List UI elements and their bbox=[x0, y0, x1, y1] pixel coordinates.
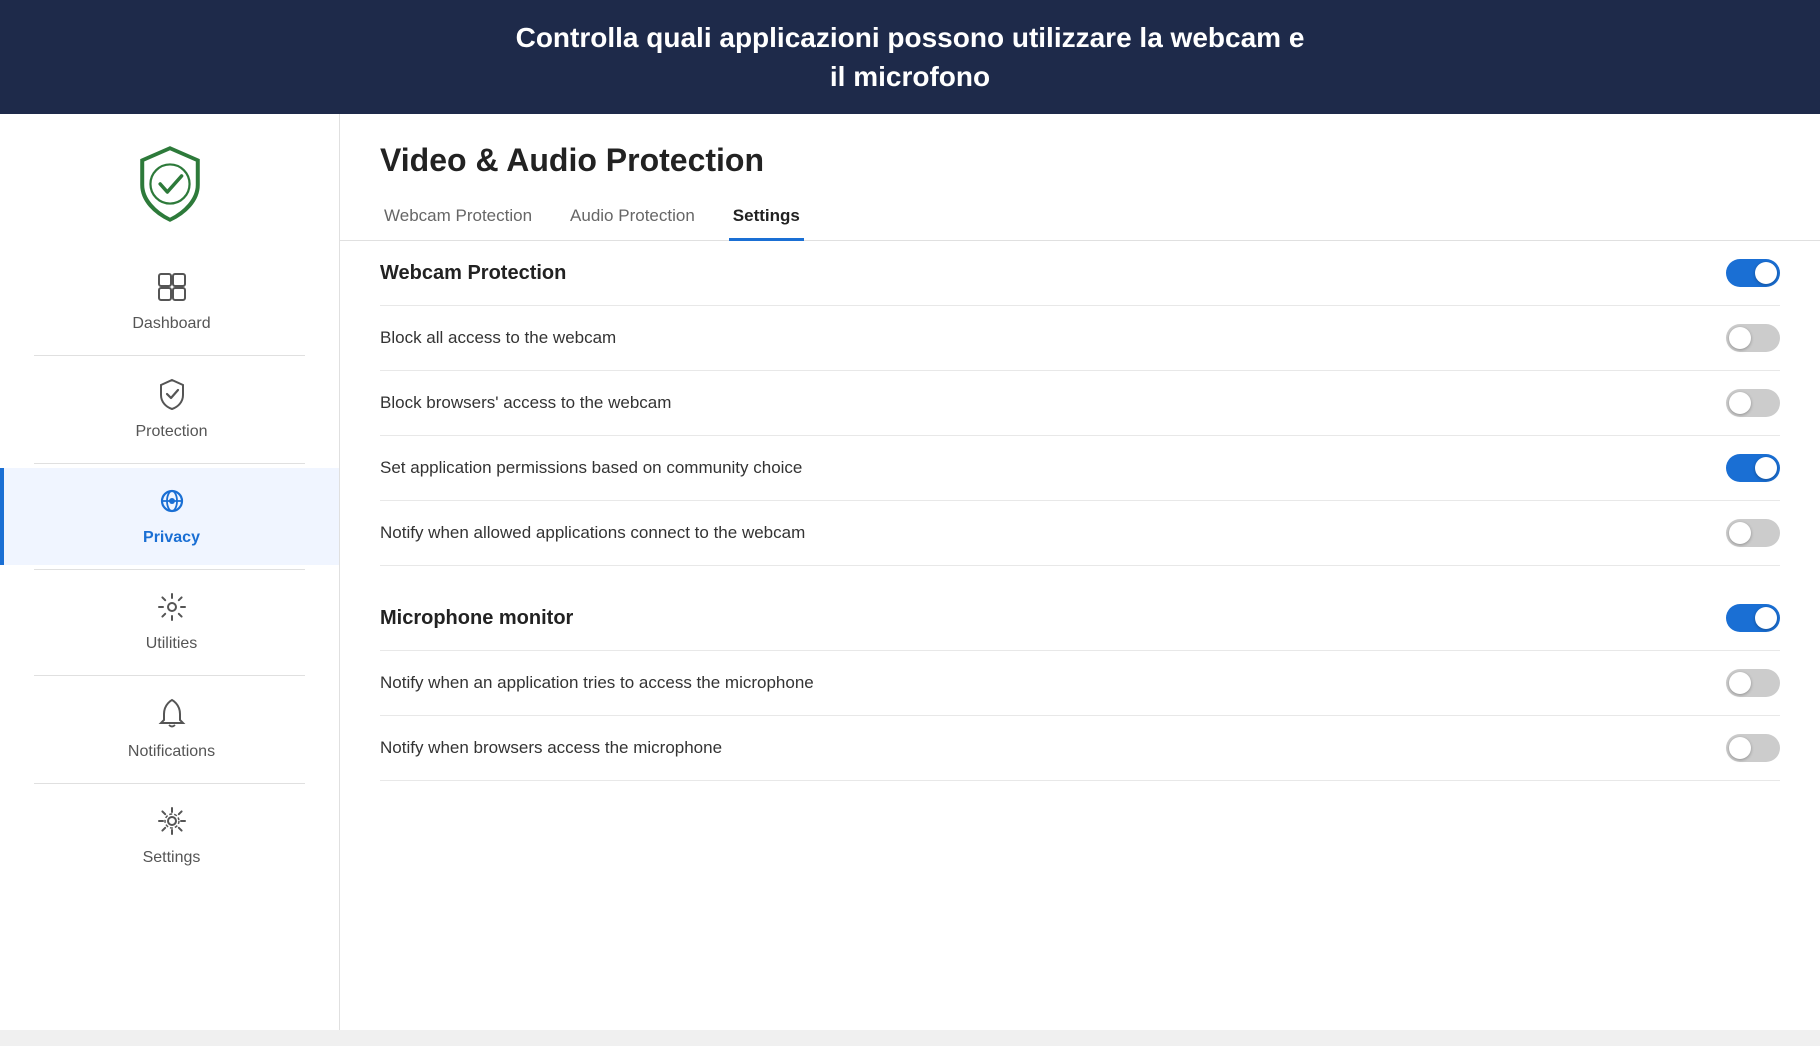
protection-icon bbox=[157, 378, 187, 417]
webcam-protection-slider bbox=[1726, 259, 1780, 287]
shield-logo bbox=[130, 144, 210, 224]
block-all-webcam-toggle[interactable] bbox=[1726, 324, 1780, 352]
sidebar-item-notifications-label: Notifications bbox=[128, 743, 215, 761]
notify-mic-access-toggle[interactable] bbox=[1726, 669, 1780, 697]
microphone-section-header: Microphone monitor bbox=[380, 586, 1780, 651]
block-all-webcam-row: Block all access to the webcam bbox=[380, 306, 1780, 371]
notify-browser-mic-label: Notify when browsers access the micropho… bbox=[380, 738, 722, 758]
nav-divider-2 bbox=[34, 463, 305, 464]
nav-divider-5 bbox=[34, 783, 305, 784]
tab-webcam-protection[interactable]: Webcam Protection bbox=[380, 198, 536, 241]
microphone-section-title: Microphone monitor bbox=[380, 607, 573, 630]
webcam-section-header: Webcam Protection bbox=[380, 241, 1780, 306]
sidebar-item-privacy[interactable]: Privacy bbox=[0, 468, 339, 565]
top-banner: Controlla quali applicazioni possono uti… bbox=[0, 0, 1820, 114]
notify-webcam-row: Notify when allowed applications connect… bbox=[380, 501, 1780, 566]
block-browsers-webcam-row: Block browsers' access to the webcam bbox=[380, 371, 1780, 436]
page-header: Video & Audio Protection Webcam Protecti… bbox=[340, 114, 1820, 241]
set-app-permissions-slider bbox=[1726, 454, 1780, 482]
sidebar-item-dashboard-label: Dashboard bbox=[132, 315, 210, 333]
sidebar-item-utilities[interactable]: Utilities bbox=[0, 574, 339, 671]
nav-divider-1 bbox=[34, 355, 305, 356]
notify-browser-mic-toggle[interactable] bbox=[1726, 734, 1780, 762]
section-spacer bbox=[380, 566, 1780, 586]
notify-webcam-label: Notify when allowed applications connect… bbox=[380, 523, 805, 543]
sidebar-item-settings[interactable]: Settings bbox=[0, 788, 339, 885]
privacy-icon bbox=[157, 486, 187, 523]
sidebar-item-settings-label: Settings bbox=[143, 849, 201, 867]
sidebar-item-utilities-label: Utilities bbox=[146, 635, 198, 653]
banner-text: Controlla quali applicazioni possono uti… bbox=[516, 22, 1305, 92]
webcam-section-title: Webcam Protection bbox=[380, 262, 566, 285]
nav-divider-4 bbox=[34, 675, 305, 676]
nav-items: Dashboard Protection bbox=[0, 254, 339, 885]
notify-browser-mic-slider bbox=[1726, 734, 1780, 762]
settings-list: Webcam Protection Block all access to th… bbox=[340, 241, 1820, 781]
block-browsers-webcam-slider bbox=[1726, 389, 1780, 417]
logo-area bbox=[130, 124, 210, 254]
content-area: Video & Audio Protection Webcam Protecti… bbox=[340, 114, 1820, 1030]
webcam-protection-toggle[interactable] bbox=[1726, 259, 1780, 287]
set-app-permissions-label: Set application permissions based on com… bbox=[380, 458, 802, 478]
notify-webcam-slider bbox=[1726, 519, 1780, 547]
dashboard-icon bbox=[157, 272, 187, 309]
tab-audio-protection[interactable]: Audio Protection bbox=[566, 198, 699, 241]
sidebar-item-protection[interactable]: Protection bbox=[0, 360, 339, 459]
microphone-monitor-toggle[interactable] bbox=[1726, 604, 1780, 632]
utilities-icon bbox=[157, 592, 187, 629]
tabs-bar: Webcam Protection Audio Protection Setti… bbox=[380, 197, 1780, 240]
notify-webcam-toggle[interactable] bbox=[1726, 519, 1780, 547]
notify-browser-mic-row: Notify when browsers access the micropho… bbox=[380, 716, 1780, 781]
notify-mic-access-slider bbox=[1726, 669, 1780, 697]
sidebar: Dashboard Protection bbox=[0, 114, 340, 1030]
block-browsers-webcam-toggle[interactable] bbox=[1726, 389, 1780, 417]
sidebar-item-dashboard[interactable]: Dashboard bbox=[0, 254, 339, 351]
settings-icon bbox=[157, 806, 187, 843]
notify-mic-access-row: Notify when an application tries to acce… bbox=[380, 651, 1780, 716]
tab-settings[interactable]: Settings bbox=[729, 198, 804, 241]
block-all-webcam-label: Block all access to the webcam bbox=[380, 328, 616, 348]
set-app-permissions-row: Set application permissions based on com… bbox=[380, 436, 1780, 501]
nav-divider-3 bbox=[34, 569, 305, 570]
block-all-webcam-slider bbox=[1726, 324, 1780, 352]
notify-mic-access-label: Notify when an application tries to acce… bbox=[380, 673, 814, 693]
sidebar-item-privacy-label: Privacy bbox=[143, 529, 200, 547]
microphone-monitor-slider bbox=[1726, 604, 1780, 632]
sidebar-item-notifications[interactable]: Notifications bbox=[0, 680, 339, 779]
block-browsers-webcam-label: Block browsers' access to the webcam bbox=[380, 393, 671, 413]
set-app-permissions-toggle[interactable] bbox=[1726, 454, 1780, 482]
notifications-icon bbox=[158, 698, 186, 737]
sidebar-item-protection-label: Protection bbox=[135, 423, 207, 441]
page-title: Video & Audio Protection bbox=[380, 142, 1780, 179]
main-layout: Dashboard Protection bbox=[0, 114, 1820, 1030]
